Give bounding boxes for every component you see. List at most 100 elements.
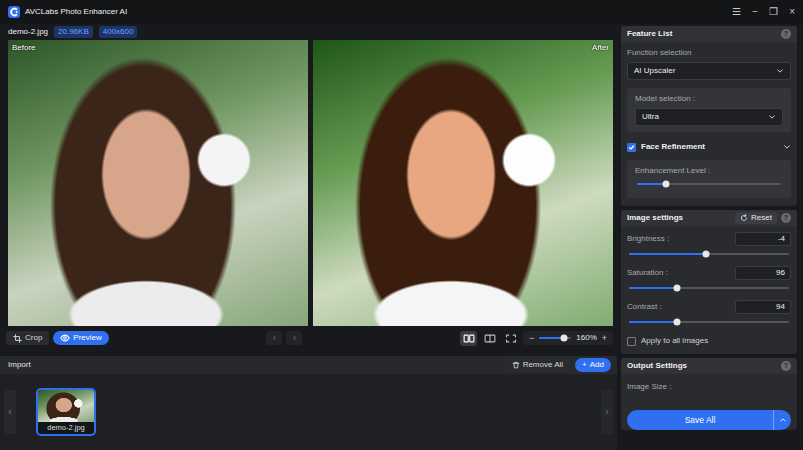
face-refinement-label: Face Refinement	[641, 142, 705, 152]
thumbnail-list: demo-2.jpg	[22, 388, 595, 436]
reset-button[interactable]: Reset	[735, 212, 777, 224]
window-controls: ☰ − ❐ ×	[732, 7, 795, 17]
strip-next-button[interactable]: ›	[601, 390, 613, 434]
output-settings-body: Image Size :Save All	[621, 374, 797, 430]
window-control[interactable]: ☰	[732, 7, 741, 17]
previous-button[interactable]: ‹	[266, 331, 282, 345]
image-toolbar: CropPreview‹›−160%+	[0, 326, 617, 350]
preview-label: Preview	[73, 333, 101, 343]
setting-row: Brightness : -4	[627, 232, 791, 262]
face-refinement-checkbox[interactable]	[627, 143, 636, 152]
info-icon[interactable]: ?	[781, 361, 791, 371]
image-settings-panel: Image settings Reset? Brightness : -4 Satura…	[621, 210, 797, 354]
chevron-down-icon[interactable]	[783, 143, 791, 151]
setting-slider-thumb[interactable]	[702, 251, 709, 258]
image-settings-body: Brightness : -4 Saturation : 96 Contrast :94…	[621, 226, 797, 354]
crop-button[interactable]: Crop	[6, 331, 49, 345]
remove-all-label: Remove All	[523, 360, 563, 370]
setting-slider[interactable]	[627, 246, 791, 262]
setting-slider-fill	[629, 321, 677, 323]
view-mode-button[interactable]	[460, 331, 477, 346]
after-photo[interactable]: After	[313, 40, 613, 326]
apply-all-checkbox[interactable]	[627, 337, 636, 346]
setting-label: Saturation :	[627, 268, 668, 278]
view-mode-button[interactable]	[481, 331, 498, 346]
setting-slider-thumb[interactable]	[674, 319, 681, 326]
setting-header: Saturation : 96	[627, 266, 791, 280]
compare-view-icon	[484, 333, 496, 344]
app-window: AVCLabs Photo Enhancer AI ☰ − ❐ × demo-2.jpg 2…	[0, 0, 803, 450]
save-all-label: Save All	[627, 415, 773, 426]
model-panel: Model selection :Ultra	[627, 88, 791, 132]
feature-list-header: Feature List?	[621, 26, 797, 42]
enhancement-panel: Enhancement Level :	[627, 160, 791, 198]
next-button[interactable]: ›	[286, 331, 302, 345]
title-bar: AVCLabs Photo Enhancer AI ☰ − ❐ ×	[0, 0, 803, 24]
function-select-value: AI Upscaler	[634, 66, 675, 76]
crop-icon	[13, 334, 22, 343]
chevron-down-icon	[776, 67, 784, 75]
main-area: demo-2.jpg 20.96KB 400x600 Before After Crop P…	[0, 24, 803, 450]
zoom-slider[interactable]	[539, 333, 571, 343]
apply-all-label: Apply to all images	[641, 336, 708, 346]
window-control[interactable]: −	[752, 7, 758, 17]
enhancement-slider-track[interactable]	[637, 183, 781, 185]
thumbnail-image	[38, 390, 94, 422]
face-refinement-row[interactable]: Face Refinement	[627, 142, 791, 152]
enhancement-slider-thumb[interactable]	[662, 181, 669, 188]
settings-sidebar: Feature List?Function selectionAI Upscal…	[621, 24, 797, 450]
import-header: Import Remove All +Add	[0, 356, 617, 374]
setting-slider[interactable]	[627, 314, 791, 330]
window-title: AVCLabs Photo Enhancer AI	[25, 7, 127, 17]
zoom-slider-thumb[interactable]	[561, 335, 568, 342]
setting-slider-track[interactable]	[629, 253, 789, 255]
setting-header: Brightness : -4	[627, 232, 791, 246]
file-size-badge: 20.96KB	[54, 26, 93, 38]
apply-all-row[interactable]: Apply to all images	[627, 336, 791, 346]
file-dimensions-badge: 400x600	[99, 26, 138, 38]
thumbnail-strip: ‹ demo-2.jpg ›	[0, 374, 617, 450]
model-select[interactable]: Ultra	[635, 108, 783, 126]
check-icon	[628, 144, 635, 151]
setting-slider-track[interactable]	[629, 287, 789, 289]
zoom-out-button[interactable]: −	[529, 334, 534, 343]
window-control[interactable]: ❐	[769, 7, 778, 17]
view-mode-button[interactable]	[502, 331, 519, 346]
image-settings-title: Image settings	[627, 213, 683, 223]
workspace: demo-2.jpg 20.96KB 400x600 Before After Crop P…	[0, 24, 617, 450]
preview-button[interactable]: Preview	[53, 331, 108, 345]
setting-row: Contrast :94	[627, 300, 791, 330]
setting-value-field[interactable]: 94	[735, 300, 791, 314]
remove-all-button[interactable]: Remove All	[505, 358, 570, 372]
strip-prev-button[interactable]: ‹	[4, 390, 16, 434]
save-all-button[interactable]: Save All	[627, 410, 791, 430]
setting-header: Contrast :94	[627, 300, 791, 314]
import-title: Import	[8, 360, 31, 370]
thumbnail-item[interactable]: demo-2.jpg	[36, 388, 96, 436]
after-label: After	[592, 43, 609, 53]
setting-slider-thumb[interactable]	[674, 285, 681, 292]
save-options-button[interactable]	[773, 410, 791, 430]
output-settings-header: Output Settings?	[621, 358, 797, 374]
file-name: demo-2.jpg	[8, 27, 48, 37]
setting-slider[interactable]	[627, 280, 791, 296]
setting-value-field[interactable]: -4	[735, 232, 791, 246]
add-button[interactable]: +Add	[575, 358, 611, 372]
setting-slider-track[interactable]	[629, 321, 789, 323]
setting-label: Brightness :	[627, 234, 669, 244]
info-icon[interactable]: ?	[781, 29, 791, 39]
enhancement-slider[interactable]	[635, 176, 783, 192]
setting-slider-fill	[629, 253, 706, 255]
zoom-slider-track[interactable]	[539, 337, 571, 339]
setting-slider-fill	[629, 287, 677, 289]
import-panel: Import Remove All +Add ‹ demo-2.jpg ›	[0, 356, 617, 450]
function-select[interactable]: AI Upscaler	[627, 62, 791, 80]
info-icon[interactable]: ?	[781, 213, 791, 223]
model-select-value: Ultra	[642, 112, 659, 122]
zoom-in-button[interactable]: +	[602, 334, 607, 343]
setting-value-field[interactable]: 96	[735, 266, 791, 280]
enhancement-label: Enhancement Level :	[635, 166, 783, 176]
window-control[interactable]: ×	[789, 7, 795, 17]
before-photo[interactable]: Before	[8, 40, 308, 326]
compare-view: Before After	[0, 40, 617, 326]
